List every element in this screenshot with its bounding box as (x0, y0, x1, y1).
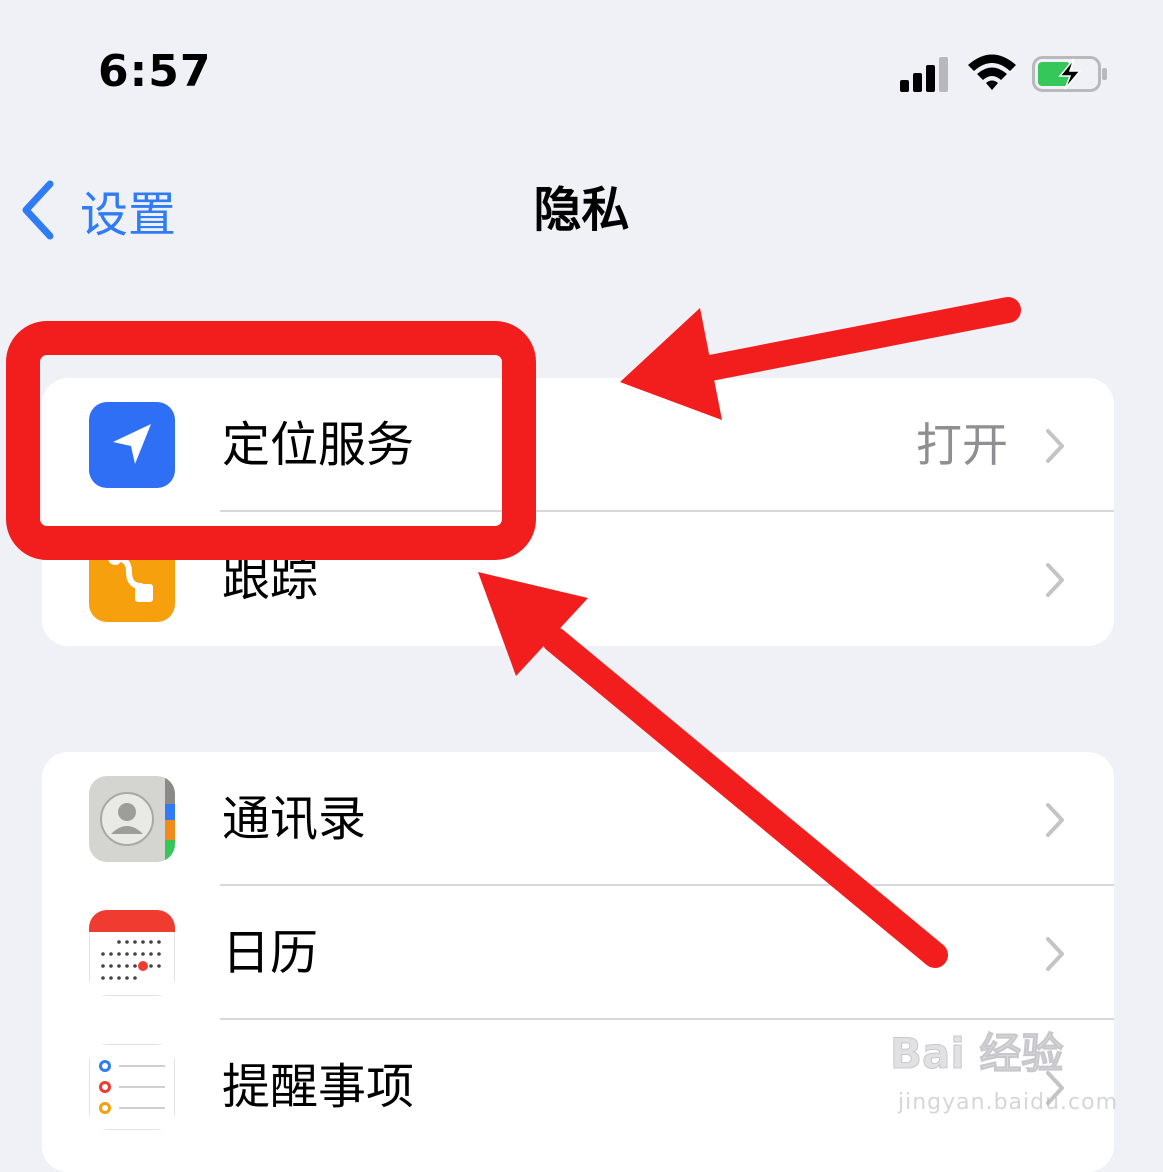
navigation-bar: 设置 隐私 (0, 160, 1163, 260)
settings-group-location: 定位服务 打开 跟踪 (42, 378, 1114, 646)
location-services-row[interactable]: 定位服务 打开 (42, 378, 1114, 512)
chevron-right-icon (1046, 429, 1064, 463)
row-label: 通讯录 (222, 791, 367, 847)
contacts-row[interactable]: 通讯录 (42, 752, 1114, 886)
location-arrow-icon (89, 402, 175, 488)
chevron-right-icon (1046, 803, 1064, 837)
row-label: 跟踪 (222, 551, 319, 607)
calendar-row[interactable]: 日历 (42, 886, 1114, 1020)
reminders-icon (89, 1044, 175, 1130)
cellular-signal-icon (900, 57, 948, 92)
baidu-jingyan-watermark: Bai 经验 jingyan.baidu.com (889, 1020, 1117, 1125)
chevron-right-icon (1046, 563, 1064, 597)
watermark-url: jingyan.baidu.com (898, 1090, 1119, 1115)
battery-charging-icon (1032, 56, 1107, 92)
row-label: 提醒事项 (222, 1059, 415, 1115)
status-time: 6:57 (98, 46, 212, 97)
tracking-icon (89, 536, 175, 622)
tracking-row[interactable]: 跟踪 (42, 512, 1114, 646)
page-title: 隐私 (533, 182, 630, 238)
watermark-logo: Bai 经验 (889, 1029, 1064, 1079)
calendar-icon (89, 910, 175, 996)
row-label: 定位服务 (222, 417, 415, 473)
chevron-right-icon (1046, 937, 1064, 971)
row-label: 日历 (222, 925, 319, 981)
status-bar: 6:57 (0, 0, 1163, 130)
contacts-icon (89, 776, 175, 862)
wifi-icon (968, 54, 1016, 90)
row-value: 打开 (916, 418, 1008, 472)
